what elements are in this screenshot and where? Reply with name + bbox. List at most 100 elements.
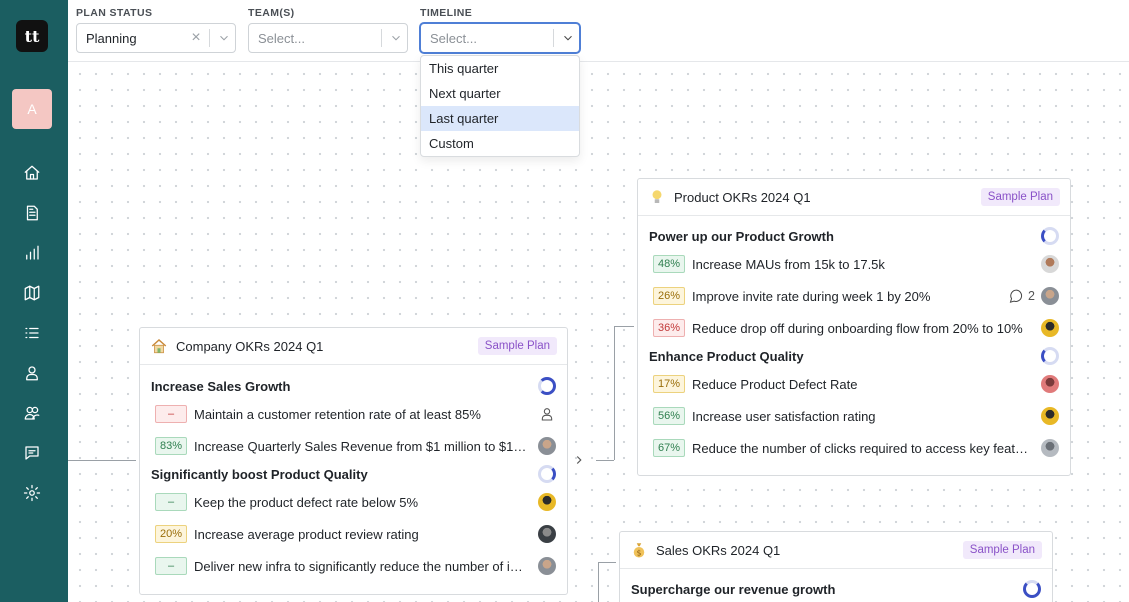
- key-result-row[interactable]: 67% Reduce the number of clicks required…: [638, 432, 1070, 464]
- gear-icon[interactable]: [22, 483, 42, 503]
- progress-ring: [1041, 227, 1059, 245]
- team-icon[interactable]: [22, 403, 42, 423]
- message-icon[interactable]: [22, 443, 42, 463]
- key-result-text: Keep the product defect rate below 5%: [194, 494, 419, 510]
- money-bag-icon: $: [630, 541, 648, 559]
- progress-badge: 83%: [155, 437, 187, 455]
- company-okr-card[interactable]: Company OKRs 2024 Q1 Sample Plan Increas…: [139, 327, 568, 595]
- filter-bar: PLAN STATUS Planning × TEAM(S) Select...…: [68, 0, 1129, 62]
- connector-line: [614, 326, 615, 460]
- objective-row[interactable]: Supercharge our revenue growth: [620, 577, 1052, 601]
- app-logo[interactable]: tt: [16, 20, 48, 52]
- lightbulb-icon: [648, 188, 666, 206]
- progress-badge: 48%: [653, 255, 685, 273]
- workspace-avatar[interactable]: A: [12, 89, 52, 129]
- avatar[interactable]: [538, 525, 556, 543]
- list-icon[interactable]: [22, 323, 42, 343]
- plan-status-select[interactable]: Planning ×: [76, 23, 236, 53]
- key-result-row[interactable]: – Maintain a customer retention rate of …: [140, 398, 567, 430]
- key-result-row[interactable]: 48% Increase MAUs from 15k to 17.5k: [638, 248, 1070, 280]
- clear-icon[interactable]: ×: [186, 29, 206, 47]
- avatar[interactable]: [538, 557, 556, 575]
- avatar[interactable]: [1041, 439, 1059, 457]
- objective-row[interactable]: Power up our Product Growth: [638, 224, 1070, 248]
- sample-plan-badge: Sample Plan: [980, 188, 1060, 206]
- chart-icon[interactable]: [22, 243, 42, 263]
- progress-badge: –: [155, 405, 187, 423]
- connector-line: [68, 460, 136, 461]
- progress-badge: –: [155, 557, 187, 575]
- key-result-row[interactable]: 20% Increase average product review rati…: [140, 518, 567, 550]
- key-result-row[interactable]: 56% Increase user satisfaction rating: [638, 400, 1070, 432]
- avatar[interactable]: [538, 437, 556, 455]
- key-result-row[interactable]: – Deliver new infra to significantly red…: [140, 550, 567, 582]
- key-result-text: Reduce the number of clicks required to …: [692, 440, 1041, 456]
- timeline-option[interactable]: Last quarter: [421, 106, 579, 131]
- chevron-down-icon[interactable]: [385, 31, 407, 45]
- avatar[interactable]: [1041, 319, 1059, 337]
- progress-badge: 56%: [653, 407, 685, 425]
- key-result-text: Increase MAUs from 15k to 17.5k: [692, 256, 885, 272]
- progress-badge: 36%: [653, 319, 685, 337]
- progress-ring: [538, 465, 556, 483]
- sales-okr-card[interactable]: $ Sales OKRs 2024 Q1 Sample Plan Superch…: [619, 531, 1053, 602]
- objective-row[interactable]: Significantly boost Product Quality: [140, 462, 567, 486]
- avatar[interactable]: [1041, 287, 1059, 305]
- key-result-row[interactable]: 36% Reduce drop off during onboarding fl…: [638, 312, 1070, 344]
- timeline-label: TIMELINE: [420, 7, 473, 19]
- objective-row[interactable]: Increase Sales Growth: [140, 374, 567, 398]
- avatar[interactable]: [1041, 255, 1059, 273]
- key-result-row[interactable]: – Keep the product defect rate below 5%: [140, 486, 567, 518]
- timeline-dropdown-menu: This quarter Next quarter Last quarter C…: [420, 55, 580, 157]
- objective-title: Increase Sales Growth: [151, 378, 291, 394]
- progress-badge: 26%: [653, 287, 685, 305]
- key-result-text: Reduce Product Defect Rate: [692, 376, 858, 392]
- teams-label: TEAM(S): [248, 7, 295, 19]
- progress-badge: 17%: [653, 375, 685, 393]
- house-icon: [150, 337, 168, 355]
- card-title: Sales OKRs 2024 Q1: [656, 542, 781, 558]
- plan-status-label: PLAN STATUS: [76, 7, 153, 19]
- timeline-placeholder: Select...: [430, 30, 477, 46]
- document-icon[interactable]: [22, 203, 42, 223]
- key-result-text: Maintain a customer retention rate of at…: [194, 406, 481, 422]
- objective-title: Enhance Product Quality: [649, 348, 804, 364]
- chevron-right-icon[interactable]: [572, 452, 586, 468]
- card-header: Product OKRs 2024 Q1 Sample Plan: [638, 179, 1070, 216]
- objective-row[interactable]: Enhance Product Quality: [638, 344, 1070, 368]
- key-result-text: Increase average product review rating: [194, 526, 419, 542]
- user-icon[interactable]: [22, 363, 42, 383]
- timeline-option[interactable]: Next quarter: [421, 81, 579, 106]
- key-result-text: Improve invite rate during week 1 by 20%: [692, 288, 931, 304]
- progress-badge: –: [155, 493, 187, 511]
- progress-ring: [1023, 580, 1041, 598]
- connector-line: [596, 460, 614, 461]
- teams-select[interactable]: Select...: [248, 23, 408, 53]
- timeline-option[interactable]: Custom: [421, 131, 579, 156]
- avatar[interactable]: [1041, 407, 1059, 425]
- plan-status-value: Planning: [86, 30, 137, 46]
- timeline-select[interactable]: Select...: [420, 23, 580, 53]
- connector-line: [598, 562, 599, 602]
- map-icon[interactable]: [22, 283, 42, 303]
- product-okr-card[interactable]: Product OKRs 2024 Q1 Sample Plan Power u…: [637, 178, 1071, 476]
- connector-line: [598, 562, 616, 563]
- key-result-text: Reduce drop off during onboarding flow f…: [692, 320, 1023, 336]
- progress-ring: [1041, 347, 1059, 365]
- unassigned-user-icon[interactable]: [538, 405, 556, 423]
- avatar[interactable]: [538, 493, 556, 511]
- svg-text:$: $: [637, 548, 642, 557]
- objective-title: Power up our Product Growth: [649, 228, 834, 244]
- comment-count-value: 2: [1028, 289, 1035, 303]
- key-result-row[interactable]: 17% Reduce Product Defect Rate: [638, 368, 1070, 400]
- home-icon[interactable]: [22, 163, 42, 183]
- avatar[interactable]: [1041, 375, 1059, 393]
- chevron-down-icon[interactable]: [213, 31, 235, 45]
- chevron-down-icon[interactable]: [557, 31, 579, 45]
- key-result-row[interactable]: 26% Improve invite rate during week 1 by…: [638, 280, 1070, 312]
- key-result-row[interactable]: 83% Increase Quarterly Sales Revenue fro…: [140, 430, 567, 462]
- comment-count[interactable]: 2: [1008, 288, 1035, 305]
- key-result-text: Deliver new infra to significantly reduc…: [194, 558, 538, 574]
- connector-line: [614, 326, 634, 327]
- timeline-option[interactable]: This quarter: [421, 56, 579, 81]
